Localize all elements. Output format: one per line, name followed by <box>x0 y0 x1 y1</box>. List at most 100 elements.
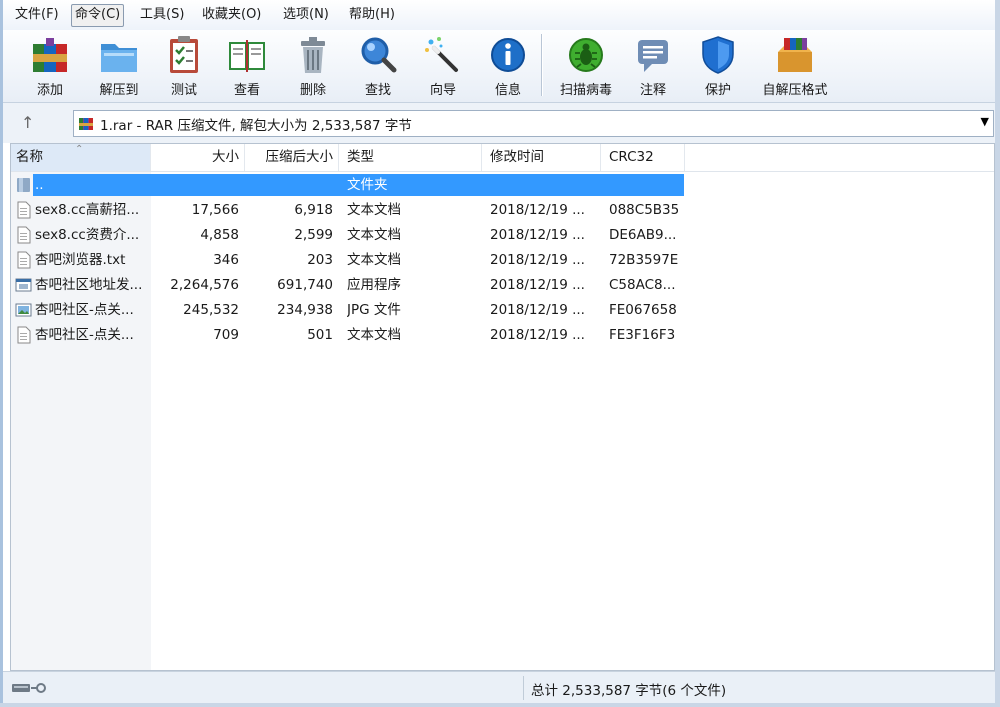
wizard-label: 向导 <box>429 83 456 98</box>
menu-bar: 文件(F) 命令(C) 工具(S) 收藏夹(O) 选项(N) 帮助(H) <box>3 0 995 31</box>
file-size: 709 <box>213 327 239 343</box>
application-icon <box>15 278 32 292</box>
file-modified: 2018/12/19 ... <box>490 227 585 243</box>
comment-icon <box>638 40 668 72</box>
extract-to-label: 解压到 <box>99 83 139 98</box>
wizard-wand-icon <box>425 37 458 72</box>
file-packed-size: 234,938 <box>277 302 333 318</box>
virus-scan-label: 扫描病毒 <box>559 83 612 98</box>
file-name: sex8.cc资费介... <box>35 227 140 243</box>
menu-tools[interactable]: 工具(S) <box>137 4 187 25</box>
column-header-size[interactable]: 大小 <box>151 144 245 171</box>
window-bottom-border <box>0 703 1000 707</box>
file-type: 文本文档 <box>347 227 401 243</box>
find-label: 查找 <box>364 83 391 98</box>
list-item-parent[interactable]: .. 文件夹 <box>11 173 691 197</box>
table-row[interactable]: 杏吧社区-点关... 245,532 234,938 JPG 文件 2018/1… <box>11 298 691 322</box>
sort-up-icon: ⌃ <box>75 144 84 155</box>
file-type: 文本文档 <box>347 252 401 268</box>
file-modified: 2018/12/19 ... <box>490 302 585 318</box>
file-size: 2,264,576 <box>170 277 239 293</box>
extract-to-icon <box>101 44 137 72</box>
toolbar: 添加 解压到 测试 查看 删除 查找 向导 信息 扫描病毒 注释 保护 自解压格… <box>3 30 995 102</box>
info-button[interactable]: 信息 <box>480 32 536 100</box>
file-size: 346 <box>213 252 239 268</box>
file-packed-size: 6,918 <box>294 202 333 218</box>
rar-archive-icon <box>79 118 93 130</box>
extract-to-button[interactable]: 解压到 <box>86 32 152 100</box>
text-file-icon <box>17 226 31 244</box>
menu-file[interactable]: 文件(F) <box>12 4 62 25</box>
view-label: 查看 <box>233 83 260 98</box>
file-size: 17,566 <box>191 202 239 218</box>
column-name-label: 名称 <box>16 149 43 165</box>
text-file-icon <box>17 326 31 344</box>
column-header-crc[interactable]: CRC32 <box>601 144 685 171</box>
comment-button[interactable]: 注释 <box>625 32 681 100</box>
column-header-type[interactable]: 类型 <box>339 144 482 171</box>
file-packed-size: 501 <box>307 327 333 343</box>
drive-key-icon[interactable] <box>11 680 53 696</box>
file-type: 文本文档 <box>347 327 401 343</box>
table-row[interactable]: 杏吧浏览器.txt 346 203 文本文档 2018/12/19 ... 72… <box>11 248 691 272</box>
file-crc: FE067658 <box>609 302 677 318</box>
file-modified: 2018/12/19 ... <box>490 202 585 218</box>
file-crc: C58AC8... <box>609 277 676 293</box>
file-modified: 2018/12/19 ... <box>490 327 585 343</box>
menu-favorites[interactable]: 收藏夹(O) <box>199 4 264 25</box>
view-book-icon <box>229 40 265 72</box>
file-name: 杏吧社区-点关... <box>35 302 134 318</box>
sfx-label: 自解压格式 <box>762 83 828 98</box>
comment-label: 注释 <box>639 83 666 98</box>
find-button[interactable]: 查找 <box>350 32 406 100</box>
address-field[interactable]: 1.rar - RAR 压缩文件, 解包大小为 2,533,587 字节 ▼ <box>73 110 994 137</box>
parent-folder-icon <box>17 178 30 192</box>
virus-scan-button[interactable]: 扫描病毒 <box>551 32 621 100</box>
text-file-icon <box>17 201 31 219</box>
protect-label: 保护 <box>704 83 731 98</box>
file-size: 245,532 <box>183 302 239 318</box>
up-arrow-icon[interactable]: ↑ <box>21 113 41 133</box>
file-name: .. <box>35 177 44 193</box>
test-label: 测试 <box>170 83 197 98</box>
file-crc: 72B3597E <box>609 252 679 268</box>
address-bar: ↑ 1.rar - RAR 压缩文件, 解包大小为 2,533,587 字节 ▼ <box>3 102 995 143</box>
file-packed-size: 2,599 <box>294 227 333 243</box>
delete-button[interactable]: 删除 <box>285 32 341 100</box>
column-header-modified[interactable]: 修改时间 <box>482 144 601 171</box>
file-name: 杏吧社区地址发... <box>35 277 143 293</box>
file-crc: FE3F16F3 <box>609 327 676 343</box>
protect-button[interactable]: 保护 <box>690 32 746 100</box>
trash-can-icon <box>301 37 325 73</box>
table-row[interactable]: sex8.cc高薪招... 17,566 6,918 文本文档 2018/12/… <box>11 198 691 222</box>
file-name: sex8.cc高薪招... <box>35 202 140 218</box>
file-crc: DE6AB9... <box>609 227 677 243</box>
menu-command[interactable]: 命令(C) <box>71 4 125 27</box>
table-row[interactable]: sex8.cc资费介... 4,858 2,599 文本文档 2018/12/1… <box>11 223 691 247</box>
file-type: JPG 文件 <box>347 302 401 318</box>
status-divider <box>523 676 524 700</box>
sfx-button[interactable]: 自解压格式 <box>755 32 835 100</box>
address-text: 1.rar - RAR 压缩文件, 解包大小为 2,533,587 字节 <box>100 118 412 134</box>
file-modified: 2018/12/19 ... <box>490 277 585 293</box>
chevron-down-icon[interactable]: ▼ <box>981 115 989 128</box>
test-clipboard-icon <box>170 36 198 73</box>
menu-help[interactable]: 帮助(H) <box>346 4 398 25</box>
add-button[interactable]: 添加 <box>20 32 80 100</box>
file-packed-size: 203 <box>307 252 333 268</box>
wizard-button[interactable]: 向导 <box>415 32 471 100</box>
table-row[interactable]: 杏吧社区地址发... 2,264,576 691,740 应用程序 2018/1… <box>11 273 691 297</box>
file-type: 应用程序 <box>347 277 401 293</box>
file-list: 名称 ⌃ 大小 压缩后大小 类型 修改时间 CRC32 .. 文件夹 sex8.… <box>10 143 995 671</box>
column-header-packed[interactable]: 压缩后大小 <box>245 144 339 171</box>
image-file-icon <box>15 303 32 317</box>
status-bar: 总计 2,533,587 字节(6 个文件) <box>3 671 995 704</box>
file-type: 文本文档 <box>347 202 401 218</box>
test-button[interactable]: 测试 <box>156 32 212 100</box>
view-button[interactable]: 查看 <box>219 32 275 100</box>
table-row[interactable]: 杏吧社区-点关... 709 501 文本文档 2018/12/19 ... F… <box>11 323 691 347</box>
column-header-name[interactable]: 名称 ⌃ <box>11 144 151 171</box>
file-type: 文件夹 <box>347 177 388 193</box>
magnifier-icon <box>361 37 397 73</box>
menu-options[interactable]: 选项(N) <box>280 4 332 25</box>
